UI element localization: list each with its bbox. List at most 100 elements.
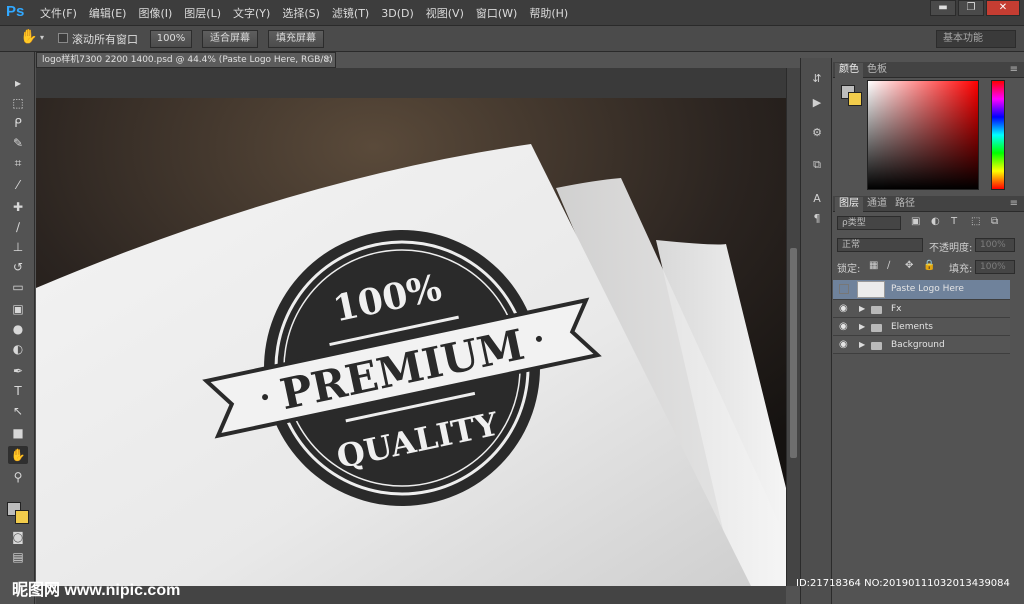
character-panel-icon[interactable]: A	[810, 192, 824, 206]
menu-layer[interactable]: 图层(L)	[178, 5, 227, 21]
clone-stamp-tool-icon[interactable]: ⊥	[8, 238, 28, 256]
menu-view[interactable]: 视图(V)	[420, 5, 470, 21]
screen-mode-icon[interactable]: ▤	[8, 548, 28, 566]
menu-window[interactable]: 窗口(W)	[470, 5, 523, 21]
vertical-scrollbar[interactable]	[786, 68, 800, 586]
filter-smart-object-icon[interactable]: ⧉	[991, 216, 998, 227]
lasso-tool-icon[interactable]: ᑭ	[8, 114, 28, 132]
fill-field[interactable]: 100%	[975, 260, 1015, 274]
fit-screen-button[interactable]: 适合屏幕	[202, 30, 258, 48]
lock-transparent-icon[interactable]: ▦	[869, 260, 878, 271]
expand-triangle-icon[interactable]: ▶	[859, 318, 865, 336]
adjustments-panel-icon[interactable]: ⧉	[810, 158, 824, 172]
history-brush-tool-icon[interactable]: ↺	[8, 258, 28, 276]
watermark-right: ID:21718364 NO:20190111032013439084	[796, 578, 1010, 589]
layer-row-fx[interactable]: ◉ ▶ Fx	[833, 300, 1010, 318]
expand-triangle-icon[interactable]: ▶	[859, 336, 865, 354]
close-button[interactable]: ✕	[986, 0, 1020, 16]
properties-panel-icon[interactable]: ⚙	[810, 126, 824, 140]
restore-button[interactable]: ❐	[958, 0, 984, 16]
opacity-label: 不透明度:	[929, 243, 973, 254]
lock-position-icon[interactable]: ✥	[905, 260, 913, 271]
zoom-tool-icon[interactable]: ⚲	[8, 468, 28, 486]
menu-filter[interactable]: 滤镜(T)	[326, 5, 375, 21]
hue-slider[interactable]	[991, 80, 1005, 190]
paragraph-panel-icon[interactable]: ¶	[810, 212, 824, 226]
eraser-tool-icon[interactable]: ▭	[8, 278, 28, 296]
filter-shape-icon[interactable]: ⬚	[971, 216, 980, 227]
layer-row-background[interactable]: ◉ ▶ Background	[833, 336, 1010, 354]
chevron-down-icon[interactable]: ▾	[40, 33, 44, 42]
panel-menu-icon[interactable]: ≡	[1006, 63, 1022, 78]
blend-row: 正常 不透明度: 100%	[835, 236, 1021, 254]
layer-kind-filter[interactable]: ρ类型	[837, 216, 901, 230]
layer-row-elements[interactable]: ◉ ▶ Elements	[833, 318, 1010, 336]
layer-name: Background	[891, 340, 945, 350]
quick-mask-icon[interactable]: ◙	[8, 528, 28, 546]
layer-row-paste-logo-here[interactable]: Paste Logo Here	[833, 280, 1010, 300]
eye-icon[interactable]: ◉	[839, 318, 851, 336]
menu-help[interactable]: 帮助(H)	[523, 5, 574, 21]
opacity-field[interactable]: 100%	[975, 238, 1015, 252]
menu-3d[interactable]: 3D(D)	[375, 7, 420, 20]
scrollbar-thumb[interactable]	[790, 248, 797, 458]
canvas[interactable]: 100% PREMIUM QUALITY	[36, 68, 786, 586]
layer-thumbnail	[857, 281, 885, 298]
menu-type[interactable]: 文字(Y)	[227, 5, 276, 21]
scroll-all-checkbox[interactable]	[58, 33, 68, 43]
gradient-tool-icon[interactable]: ▣	[8, 300, 28, 318]
color-field[interactable]	[867, 80, 979, 190]
tab-channels[interactable]: 通道	[863, 197, 891, 212]
panel-background-swatch[interactable]	[848, 92, 862, 106]
dodge-tool-icon[interactable]: ◐	[8, 340, 28, 358]
healing-brush-tool-icon[interactable]: ✚	[8, 198, 28, 216]
blur-tool-icon[interactable]: ●	[8, 320, 28, 338]
menu-file[interactable]: 文件(F)	[34, 5, 83, 21]
minimize-button[interactable]: ▬	[930, 0, 956, 16]
background-color-swatch[interactable]	[15, 510, 29, 524]
menu-bar: Ps 文件(F) 编辑(E) 图像(I) 图层(L) 文字(Y) 选择(S) 滤…	[0, 0, 1024, 26]
fill-screen-button[interactable]: 填充屏幕	[268, 30, 324, 48]
expand-triangle-icon[interactable]: ▶	[859, 300, 865, 318]
marquee-tool-icon[interactable]: ⬚	[8, 94, 28, 112]
eye-icon[interactable]: ◉	[839, 300, 851, 318]
eyedropper-tool-icon[interactable]: ⁄	[8, 176, 28, 194]
zoom-100-button[interactable]: 100%	[150, 30, 192, 48]
lock-image-icon[interactable]: ∕	[887, 260, 890, 271]
blend-mode-select[interactable]: 正常	[837, 238, 923, 252]
tab-color[interactable]: 颜色	[835, 63, 863, 78]
window-controls: ▬ ❐ ✕	[930, 0, 1020, 16]
menu-edit[interactable]: 编辑(E)	[83, 5, 133, 21]
eye-icon[interactable]: ◉	[839, 336, 851, 354]
tab-swatches[interactable]: 色板	[863, 63, 891, 78]
filter-pixel-icon[interactable]: ▣	[911, 216, 920, 227]
menu-items: 文件(F) 编辑(E) 图像(I) 图层(L) 文字(Y) 选择(S) 滤镜(T…	[34, 0, 574, 26]
menu-image[interactable]: 图像(I)	[132, 5, 178, 21]
options-bar: ✋ ▾ 滚动所有窗口 100% 适合屏幕 填充屏幕 基本功能	[0, 26, 1024, 52]
tab-paths[interactable]: 路径	[891, 197, 919, 212]
hand-tool-icon[interactable]: ✋	[8, 446, 28, 464]
document-tab[interactable]: logo样机7300 2200 1400.psd @ 44.4% (Paste …	[36, 52, 336, 68]
menu-select[interactable]: 选择(S)	[276, 5, 326, 21]
history-panel-icon[interactable]: ⇵	[810, 72, 824, 86]
lock-all-icon[interactable]: 🔒	[923, 260, 935, 271]
quick-select-tool-icon[interactable]: ✎	[8, 134, 28, 152]
filter-type-icon[interactable]: T	[951, 216, 957, 227]
filter-adjustment-icon[interactable]: ◐	[931, 216, 940, 227]
workspace-select[interactable]: 基本功能	[936, 30, 1016, 48]
path-select-tool-icon[interactable]: ↖	[8, 402, 28, 420]
hand-tool-icon[interactable]: ✋	[20, 29, 38, 47]
pen-tool-icon[interactable]: ✒	[8, 362, 28, 380]
shape-tool-icon[interactable]: ■	[8, 424, 28, 442]
type-tool-icon[interactable]: T	[8, 382, 28, 400]
brush-tool-icon[interactable]: ∕	[8, 218, 28, 236]
folder-icon	[871, 306, 882, 314]
move-tool-icon[interactable]: ▸	[8, 74, 28, 92]
panel-menu-icon[interactable]: ≡	[1006, 197, 1022, 212]
actions-play-icon[interactable]: ▶	[810, 96, 824, 110]
crop-tool-icon[interactable]: ⌗	[8, 154, 28, 172]
visibility-toggle[interactable]	[839, 284, 849, 294]
tab-layers[interactable]: 图层	[835, 197, 863, 212]
mockup-artwork: 100% PREMIUM QUALITY	[36, 68, 786, 586]
close-document-icon[interactable]: ×	[323, 53, 331, 67]
